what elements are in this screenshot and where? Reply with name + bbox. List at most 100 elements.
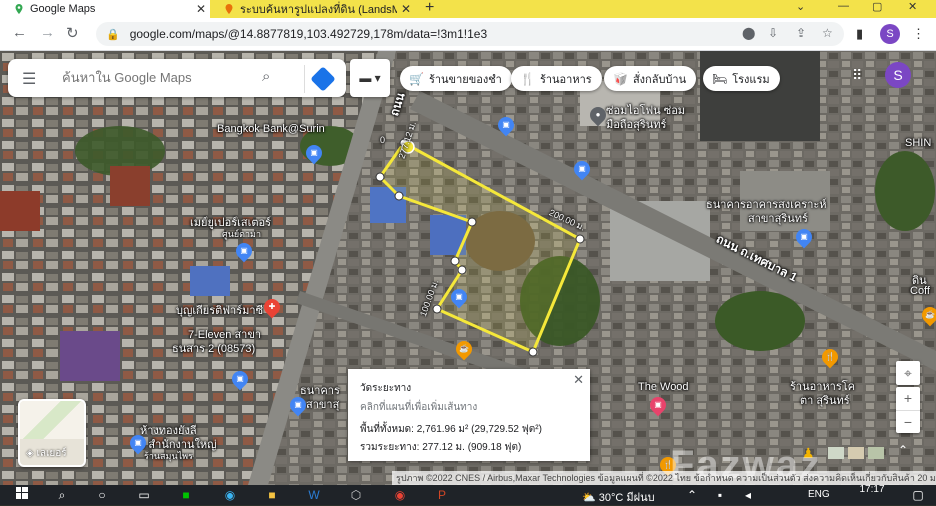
windows-start-icon[interactable]	[14, 487, 30, 503]
close-window-icon[interactable]: ✕	[908, 0, 917, 13]
bank-pin-icon[interactable]: ▣	[302, 141, 326, 165]
map-attribution[interactable]: รูปภาพ ©2022 CNES / Airbus,Maxar Technol…	[392, 471, 936, 485]
layers-button[interactable]: ◈ เลเยอร์	[18, 399, 86, 467]
cart-icon: 🛒	[409, 71, 424, 86]
pharmacy-pin-icon[interactable]: ✚	[260, 295, 284, 319]
place-label-the-wood[interactable]: The Wood	[638, 381, 689, 393]
maximize-icon[interactable]: ▢	[872, 0, 882, 13]
measure-area: พื้นที่ทั้งหมด: 2,761.96 ม² (29,729.52 ฟ…	[360, 424, 542, 435]
new-tab-icon[interactable]: +	[425, 0, 434, 17]
shopping-pin-icon[interactable]: ▣	[646, 393, 670, 417]
browser-profile-avatar[interactable]: S	[880, 24, 900, 44]
task-view-icon[interactable]: ▭	[136, 487, 152, 503]
cortana-icon[interactable]: ○	[94, 487, 110, 503]
chip-takeout[interactable]: 🥡 สั่งกลับบ้าน	[604, 66, 697, 91]
map-pin-favicon-icon	[224, 4, 234, 14]
location-pin-icon[interactable]: ⬤	[742, 26, 755, 40]
lock-icon[interactable]: 🔒	[106, 28, 120, 41]
my-location-button[interactable]: ⌖	[896, 361, 920, 385]
side-panel-icon[interactable]: ▮	[856, 26, 863, 42]
close-icon[interactable]: ✕	[573, 372, 584, 388]
search-icon[interactable]: ⌕	[262, 68, 270, 85]
tab-google-maps[interactable]: Google Maps ✕	[0, 0, 210, 18]
back-arrow-icon[interactable]: ←	[12, 24, 27, 41]
shopping-pin-icon[interactable]: ▣	[494, 113, 518, 137]
place-label-boonyiat[interactable]: บุญเกียรติฟาร์มาซี	[176, 301, 263, 319]
restaurant-pin-icon[interactable]: 🍴	[818, 345, 842, 369]
search-input[interactable]	[60, 69, 254, 86]
tab-title: ระบบค้นหารูปแปลงที่ดิน (LandsMaps)	[240, 4, 397, 16]
apps-grid-icon[interactable]: ⠿	[852, 67, 862, 84]
satellite-map[interactable]: 200.00 ม. 100.00 ม. 277.12 ม. 0 ถนน ถ.เท…	[0, 51, 936, 485]
powerpoint-icon[interactable]: P	[434, 487, 450, 503]
layers-thumbnail	[20, 401, 84, 439]
account-avatar[interactable]: S	[885, 62, 911, 88]
address-bar[interactable]: 🔒 google.com/maps/@14.8877819,103.492729…	[96, 22, 844, 46]
expand-icon[interactable]: ⌃	[898, 443, 908, 457]
url-text[interactable]: google.com/maps/@14.8877819,103.492729,1…	[130, 27, 487, 41]
cafe-pin-icon[interactable]: ☕	[918, 303, 936, 327]
place-label-shin[interactable]: SHIN	[905, 137, 931, 149]
forward-arrow-icon[interactable]: →	[40, 24, 55, 41]
chip-restaurant[interactable]: 🍴 ร้านอาหาร	[511, 66, 602, 91]
cloud-sun-icon: ⛅	[582, 492, 599, 504]
chip-label: ร้านขายของชำ	[428, 73, 502, 86]
shopping-pin-icon[interactable]: ▣	[447, 285, 471, 309]
imagery-thumbnails[interactable]	[828, 445, 888, 461]
minimize-icon[interactable]: —	[838, 0, 849, 12]
place-label-bangkok-bank[interactable]: Bangkok Bank@Surin	[217, 123, 325, 135]
bank-pin-icon[interactable]: ▣	[792, 225, 816, 249]
phone-shop-pin-icon[interactable]: ●	[586, 103, 610, 127]
menu-hamburger-icon[interactable]: ☰	[22, 69, 36, 89]
file-explorer-icon[interactable]: ■	[264, 487, 280, 503]
windows-taskbar: ⌕ ○ ▭ ■ ◉ ■ W ⬡ ◉ P ⛅ 30°C มีฝนบ ⌃ ▪ ◂ E…	[0, 485, 936, 505]
notification-icon[interactable]: ▢	[910, 487, 926, 503]
share-icon[interactable]: ⇪	[796, 26, 806, 40]
language-indicator[interactable]: ENG	[808, 489, 830, 500]
package-icon[interactable]: ⬡	[348, 487, 364, 503]
crosshair-icon: ⌖	[904, 365, 912, 381]
shopping-pin-icon[interactable]: ▣	[126, 431, 150, 455]
keyboard-icon: ▬ ▾	[359, 71, 381, 85]
tab-landsmaps[interactable]: ระบบค้นหารูปแปลงที่ดิน (LandsMaps) ✕	[210, 0, 415, 18]
restaurant-pin-icon[interactable]: ☕	[452, 337, 476, 361]
place-label-restaurant-2: ตา สุรินทร์	[800, 395, 850, 407]
zoom-out-button[interactable]: −	[896, 411, 920, 433]
tab-bar: Google Maps ✕ ระบบค้นหารูปแปลงที่ดิน (La…	[0, 0, 936, 18]
chip-label: โรงแรม	[732, 73, 770, 86]
chip-hotel[interactable]: 🛏 โรงแรม	[703, 66, 780, 91]
chip-grocery[interactable]: 🛒 ร้านขายของชำ	[400, 66, 512, 91]
tab-search-icon[interactable]: ⌄	[796, 0, 805, 13]
measure-hint: คลิกที่แผนที่เพื่อเพิ่มเส้นทาง	[360, 402, 478, 413]
bank-pin-icon[interactable]: ▣	[286, 393, 310, 417]
close-tab-icon[interactable]: ✕	[192, 2, 210, 16]
edge-browser-icon[interactable]: ◉	[222, 487, 238, 503]
network-icon[interactable]: ▪	[712, 487, 728, 503]
shopping-pin-icon[interactable]: ▣	[570, 157, 594, 181]
install-app-icon[interactable]: ⇩	[768, 26, 778, 40]
directions-icon	[310, 66, 336, 92]
shopping-pin-icon[interactable]: ▣	[232, 239, 256, 263]
reload-icon[interactable]: ↻	[66, 24, 79, 42]
takeout-icon: 🥡	[613, 71, 628, 86]
volume-icon[interactable]: ◂	[740, 487, 756, 503]
menu-kebab-icon[interactable]: ⋮	[912, 26, 925, 42]
zoom-in-button[interactable]: +	[896, 387, 920, 411]
shopping-pin-icon[interactable]: ▣	[228, 367, 252, 391]
search-icon[interactable]: ⌕	[54, 487, 70, 503]
tray-up-icon[interactable]: ⌃	[684, 487, 700, 503]
map-type-toggle[interactable]: ▬ ▾	[350, 59, 390, 97]
google-maps-favicon-icon	[14, 4, 24, 14]
measure-distance: รวมระยะทาง: 277.12 ม. (909.18 ฟุต)	[360, 442, 522, 453]
close-tab-icon[interactable]: ✕	[397, 2, 415, 16]
word-icon[interactable]: W	[306, 487, 322, 503]
chrome-icon[interactable]: ◉	[392, 487, 408, 503]
weather-widget[interactable]: ⛅ 30°C มีฝนบ	[582, 488, 655, 506]
place-label-coff-2: Coff	[910, 285, 930, 297]
layers-label: ◈ เลเยอร์	[26, 448, 67, 459]
line-app-icon[interactable]: ■	[178, 487, 194, 503]
search-box: ☰ ⌕	[8, 59, 346, 97]
bookmark-star-icon[interactable]: ☆	[822, 26, 833, 40]
clock[interactable]: 17:17	[852, 485, 892, 495]
directions-button[interactable]	[304, 65, 336, 93]
